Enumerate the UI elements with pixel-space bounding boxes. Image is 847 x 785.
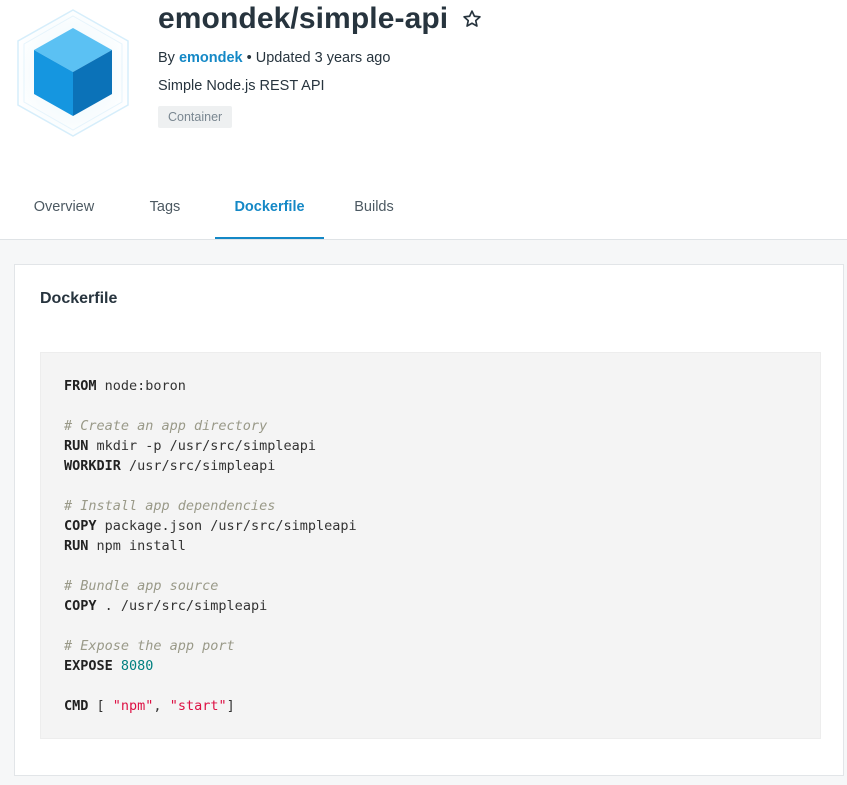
- code-comment: # Expose the app port: [64, 638, 235, 654]
- repo-title-row: emondek/simple-api: [158, 2, 482, 36]
- content-area: Dockerfile FROM node:boron # Create an ap…: [0, 240, 847, 785]
- code-text: ]: [226, 698, 235, 714]
- code-line: RUN npm install: [64, 536, 820, 556]
- code-keyword: RUN: [64, 538, 89, 554]
- repo-meta: By emondek • Updated 3 years ago: [158, 50, 390, 66]
- tab-tags[interactable]: Tags: [115, 175, 215, 239]
- dockerfile-card: Dockerfile FROM node:boron # Create an ap…: [14, 264, 844, 776]
- code-text: node:boron: [96, 378, 186, 394]
- code-line: # Bundle app source: [64, 576, 820, 596]
- code-comment: # Install app dependencies: [64, 498, 276, 514]
- code-keyword: WORKDIR: [64, 458, 121, 474]
- repo-name: emondek/simple-api: [158, 2, 449, 35]
- code-comment: # Create an app directory: [64, 418, 268, 434]
- code-line: RUN mkdir -p /usr/src/simpleapi: [64, 436, 820, 456]
- code-text: [: [88, 698, 113, 714]
- code-comment: # Bundle app source: [64, 578, 219, 594]
- dockerfile-code-block: FROM node:boron # Create an app directory…: [40, 352, 821, 739]
- code-string: "start": [169, 698, 227, 714]
- code-text: npm install: [88, 538, 186, 554]
- code-keyword: COPY: [64, 518, 97, 534]
- code-line: COPY . /usr/src/simpleapi: [64, 596, 820, 616]
- code-line: # Install app dependencies: [64, 496, 820, 516]
- tab-builds[interactable]: Builds: [324, 175, 424, 239]
- code-line: EXPOSE 8080: [64, 656, 820, 676]
- card-title: Dockerfile: [40, 290, 118, 307]
- code-keyword: COPY: [64, 598, 97, 614]
- code-line: WORKDIR /usr/src/simpleapi: [64, 456, 820, 476]
- code-line: FROM node:boron: [64, 376, 820, 396]
- code-text: ,: [153, 698, 170, 714]
- code-line: # Create an app directory: [64, 416, 820, 436]
- repo-tabs: Overview Tags Dockerfile Builds: [0, 175, 847, 240]
- tab-dockerfile[interactable]: Dockerfile: [215, 175, 324, 239]
- code-line: CMD [ "npm", "start"]: [64, 696, 820, 716]
- code-text: . /usr/src/simpleapi: [96, 598, 268, 614]
- code-line: COPY package.json /usr/src/simpleapi: [64, 516, 820, 536]
- code-keyword: FROM: [64, 378, 97, 394]
- author-link[interactable]: emondek: [179, 50, 243, 66]
- repo-description: Simple Node.js REST API: [158, 78, 325, 94]
- cube-logo-icon: [17, 9, 129, 137]
- code-line: # Expose the app port: [64, 636, 820, 656]
- by-label: By: [158, 50, 175, 66]
- code-number: 8080: [120, 658, 154, 674]
- code-text: mkdir -p /usr/src/simpleapi: [88, 438, 316, 454]
- type-badge: Container: [158, 106, 233, 128]
- code-text: package.json /usr/src/simpleapi: [96, 518, 357, 534]
- code-string: "npm": [112, 698, 154, 714]
- updated-text: • Updated 3 years ago: [246, 50, 391, 66]
- code-keyword: RUN: [64, 438, 89, 454]
- tab-overview[interactable]: Overview: [14, 175, 114, 239]
- code-keyword: CMD: [64, 698, 89, 714]
- repo-header: emondek/simple-api By emondek • Updated …: [0, 0, 847, 175]
- code-keyword: EXPOSE: [64, 658, 113, 674]
- star-icon[interactable]: [462, 9, 482, 29]
- code-text: /usr/src/simpleapi: [120, 458, 276, 474]
